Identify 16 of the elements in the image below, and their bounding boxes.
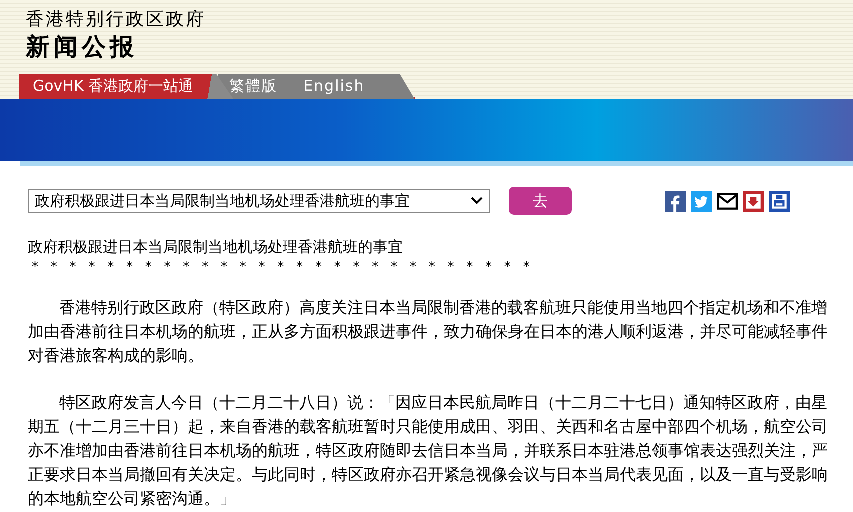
bird-icon[interactable] [691,190,712,212]
envelope-icon[interactable] [717,190,738,212]
article-title: 政府积极跟进日本当局限制当地机场处理香港航班的事宜 [28,237,404,257]
language-link[interactable]: 繁體版 [218,74,292,99]
language-link[interactable]: English [292,74,415,99]
download-icon[interactable] [743,190,764,212]
article-dropdown[interactable]: 政府积极跟进日本当局限制当地机场处理香港航班的事宜 [28,189,490,213]
facebook-icon[interactable] [665,190,686,212]
article-paragraph: 香港特别行政区政府（特区政府）高度关注日本当局限制香港的载客航班只能使用当地四个指定机场和不准增加由香港前往日本机场的航班，正从多方面积极跟进事件，致力确保身在日本的港人顺利返港，并尽可能减轻事件对香港旅客构成的影响。 [28,297,829,367]
page-title: 新闻公报 [26,32,138,62]
go-button[interactable]: 去 [509,187,572,215]
chevron-down-icon [471,197,483,205]
separator-line: * * * * * * * * * * * * * * * * * * * * * * * * * * * [31,261,531,275]
printer-icon[interactable] [769,190,790,212]
article-paragraph: 特区政府发言人今日（十二月二十八日）说：「因应日本民航局昨日（十二月二十七日）通知特区政府，由星期五（十二月三十日）起，来自香港的载客航班暂时只能使用成田、羽田、关西和名古屋中部四个机场，航空公司亦不准增加由香港前往日本机场的航班，特区政府随即去信日本当局，并联系日本驻港总领事馆表达强烈关注，严正要求日本当局撤回有关决定。与此同时，特区政府亦召开紧急视像会议与日本当局代表见面，以及一直与受影响的本地航空公司紧密沟通。」 [28,392,829,510]
department-name: 香港特别行政区政府 [26,9,206,31]
